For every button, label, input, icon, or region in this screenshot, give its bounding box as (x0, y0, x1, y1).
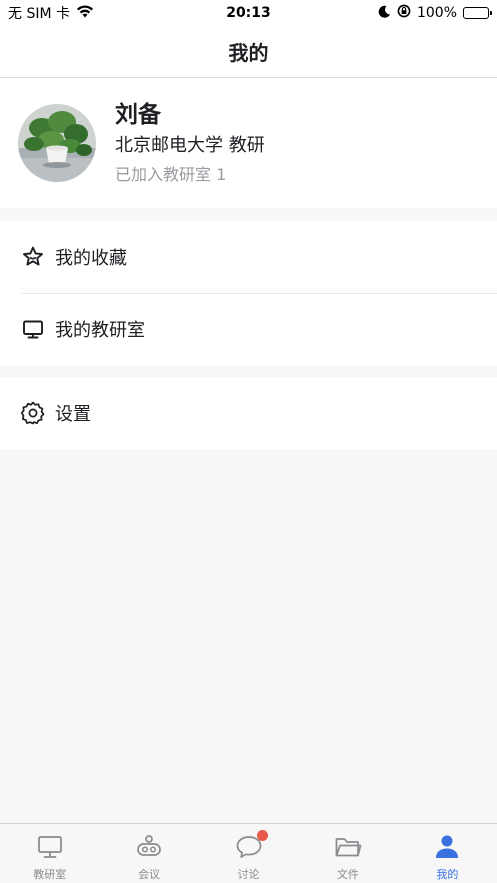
tab-meeting[interactable]: 会议 (99, 824, 198, 883)
chat-bubble-icon (234, 830, 268, 862)
menu-label-my-labs: 我的教研室 (55, 320, 145, 341)
status-left: 无 SIM 卡 (8, 3, 178, 23)
tab-label-me: 我的 (436, 868, 459, 881)
rotation-lock-icon (397, 4, 411, 22)
menu-label-favorites: 我的收藏 (55, 248, 127, 269)
notification-badge (256, 830, 268, 841)
profile-card[interactable]: 刘备 北京邮电大学 教研 已加入教研室 1 (0, 78, 497, 208)
monitor-icon (20, 316, 46, 342)
tab-discussion[interactable]: 讨论 (199, 824, 298, 883)
profile-organization: 北京邮电大学 教研 (115, 135, 265, 156)
folder-icon (333, 832, 363, 862)
tab-files[interactable]: 文件 (298, 824, 397, 883)
menu-item-favorites[interactable]: 我的收藏 (0, 221, 497, 293)
menu-group-settings: 设置 (0, 377, 497, 449)
status-bar: 无 SIM 卡 20:13 100% (0, 0, 497, 26)
menu-item-settings[interactable]: 设置 (0, 377, 497, 449)
status-time: 20:13 (226, 5, 271, 21)
page-title: 我的 (228, 41, 269, 65)
moon-icon (378, 5, 391, 22)
battery-icon (463, 7, 492, 19)
tab-bar: 教研室 会议 讨论 文件 我的 (0, 823, 497, 883)
tab-label-files: 文件 (336, 868, 359, 881)
profile-name: 刘备 (115, 102, 161, 128)
star-icon (20, 244, 46, 270)
tab-label-labs: 教研室 (33, 868, 67, 881)
gear-icon (20, 400, 46, 426)
carrier-label: 无 SIM 卡 (8, 6, 70, 22)
tab-label-discussion: 讨论 (237, 868, 260, 881)
menu-label-settings: 设置 (55, 404, 91, 425)
profile-info: 刘备 北京邮电大学 教研 已加入教研室 1 (115, 100, 265, 186)
wifi-icon (76, 5, 94, 22)
joined-lab-count: 已加入教研室 1 (115, 165, 227, 184)
meeting-icon (134, 832, 164, 862)
status-right: 100% (319, 4, 492, 22)
battery-percent: 100% (416, 5, 457, 21)
person-icon (432, 832, 462, 862)
tab-labs[interactable]: 教研室 (0, 824, 99, 883)
monitor-icon (35, 832, 65, 862)
nav-bar: 我的 (0, 26, 497, 78)
tab-label-meeting: 会议 (138, 868, 161, 881)
menu-group-main: 我的收藏 我的教研室 (0, 221, 497, 365)
tab-me[interactable]: 我的 (398, 824, 497, 883)
menu-item-my-labs[interactable]: 我的教研室 (0, 293, 497, 365)
avatar[interactable] (18, 104, 96, 182)
